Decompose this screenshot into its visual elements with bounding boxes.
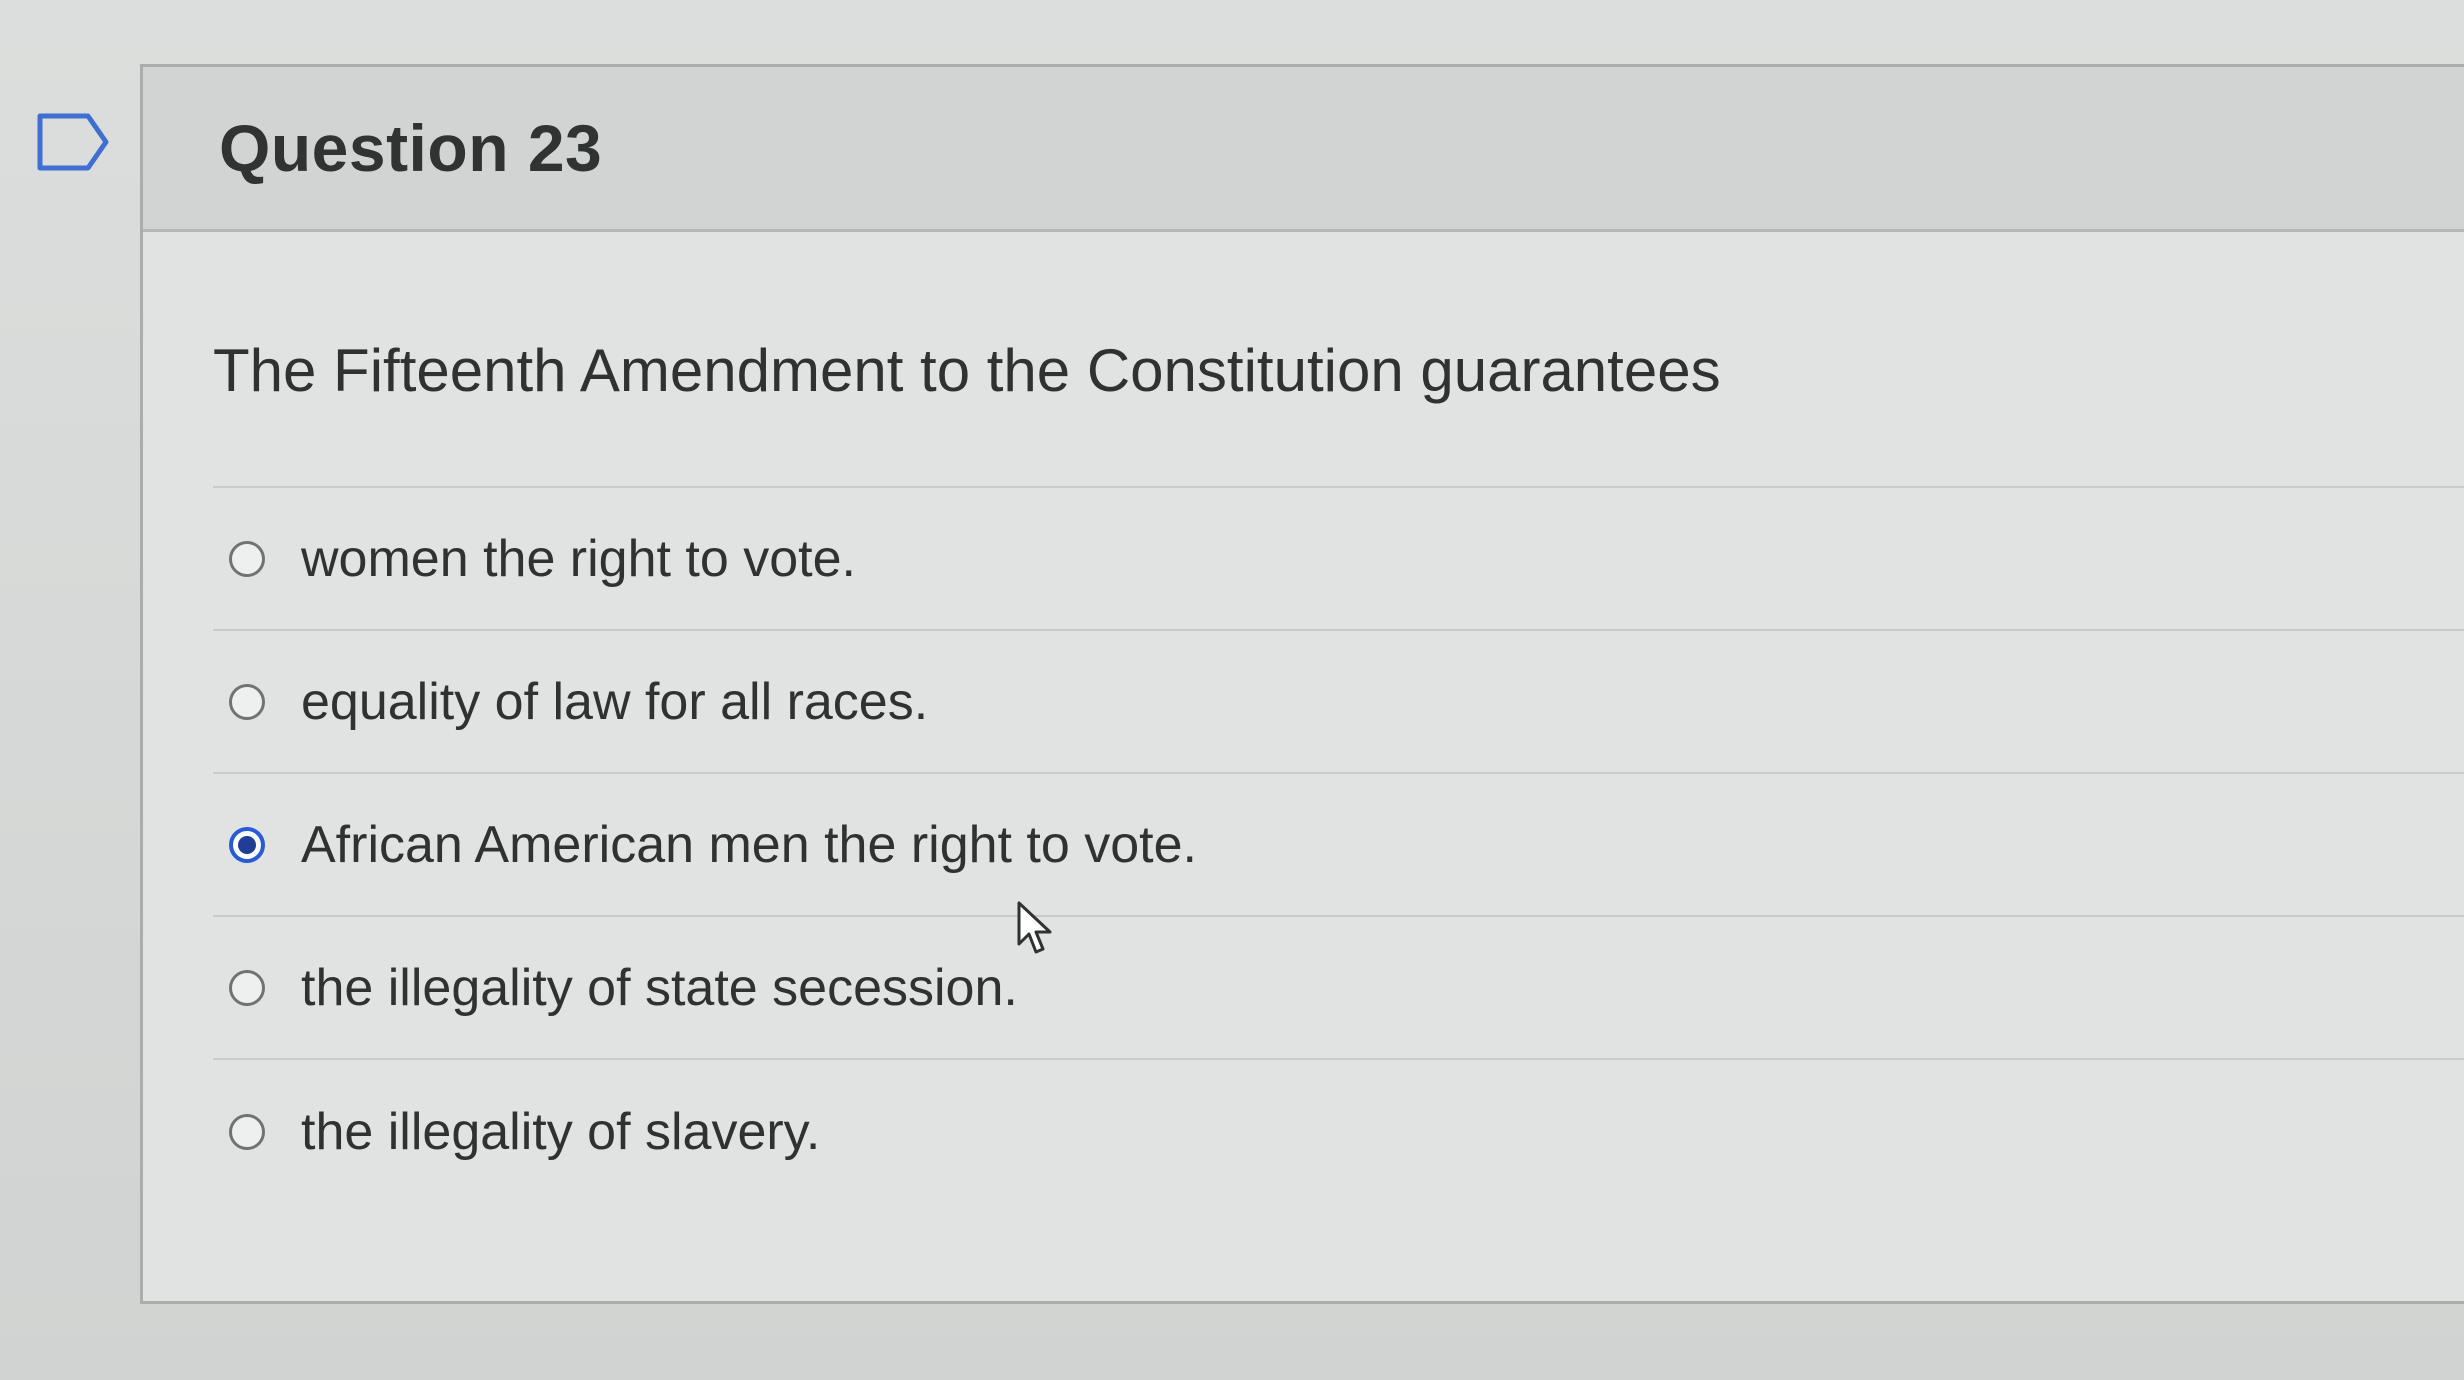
radio-button[interactable] [229,969,265,1006]
flag-question-icon[interactable] [36,112,110,172]
mouse-pointer-icon [1017,901,1052,954]
question-prompt: The Fifteenth Amendment to the Constitut… [213,336,2464,488]
answer-label[interactable]: equality of law for all races. [301,672,928,732]
answer-label[interactable]: African American men the right to vote. [301,815,1197,875]
answer-option[interactable]: the illegality of slavery. [213,1060,2464,1203]
question-header: Question 23 [143,67,2464,232]
answer-option[interactable]: equality of law for all races. [213,631,2464,774]
question-body: The Fifteenth Amendment to the Constitut… [143,336,2464,1203]
answer-label[interactable]: women the right to vote. [301,529,856,589]
radio-button[interactable] [229,683,265,720]
question-title: Question 23 [219,111,603,185]
answer-option[interactable]: the illegality of state secession. [213,917,2464,1060]
radio-button-selected[interactable] [229,826,265,863]
answer-label[interactable]: the illegality of state secession. [301,958,1018,1018]
answer-option[interactable]: African American men the right to vote. [213,774,2464,917]
answer-list: women the right to vote. equality of law… [213,488,2464,1203]
quiz-screen: Question 23 The Fifteenth Amendment to t… [0,0,2464,1380]
answer-label[interactable]: the illegality of slavery. [301,1102,820,1162]
radio-button[interactable] [229,1113,265,1150]
radio-button[interactable] [229,540,265,577]
answer-option[interactable]: women the right to vote. [213,488,2464,631]
question-card: Question 23 The Fifteenth Amendment to t… [140,64,2464,1304]
